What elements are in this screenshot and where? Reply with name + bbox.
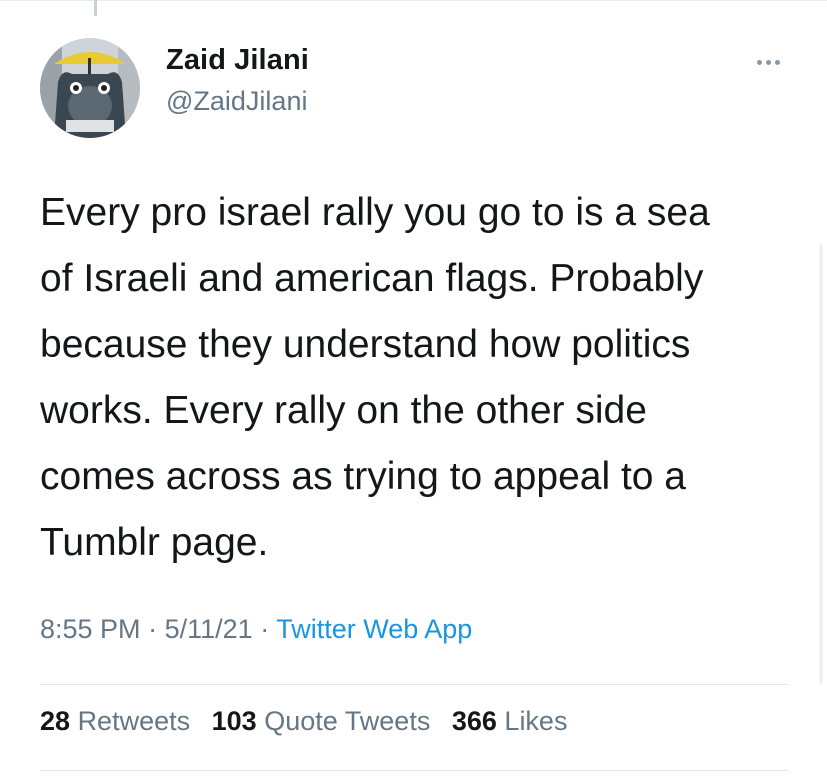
scrollbar[interactable]	[819, 244, 823, 684]
stats-bottom-divider	[40, 770, 788, 771]
author-display-name[interactable]: Zaid Jilani	[166, 44, 309, 77]
author-handle[interactable]: @ZaidJilani	[166, 86, 307, 117]
likes-stat[interactable]: 366 Likes	[452, 706, 568, 736]
retweets-stat[interactable]: 28 Retweets	[40, 706, 190, 736]
more-options-button[interactable]	[748, 52, 788, 72]
more-horizontal-icon	[756, 59, 762, 65]
avatar[interactable]	[40, 38, 140, 138]
more-horizontal-icon	[765, 59, 771, 65]
thread-connector-line	[94, 0, 97, 16]
quote-tweets-count: 103	[211, 706, 257, 736]
tweet-time[interactable]: 8:55 PM	[40, 614, 141, 644]
avatar-image	[40, 38, 140, 138]
retweets-count: 28	[40, 706, 71, 736]
likes-count: 366	[451, 706, 497, 736]
tweet-date[interactable]: 5/11/21	[165, 614, 253, 644]
meta-separator: ·	[260, 614, 270, 644]
tweet-text: Every pro israel rally you go to is a se…	[40, 191, 710, 564]
tweet-detail: Zaid Jilani @ZaidJilani Every pro israel…	[0, 0, 827, 780]
meta-separator: ·	[148, 614, 158, 644]
top-divider	[0, 0, 827, 1]
tweet-source-link[interactable]: Twitter Web App	[276, 614, 472, 644]
tweet-stats: 28 Retweets 103 Quote Tweets 366 Likes	[40, 706, 581, 737]
tweet-metadata: 8:55 PM · 5/11/21 · Twitter Web App	[40, 614, 472, 645]
more-horizontal-icon	[774, 59, 780, 65]
quote-tweets-stat[interactable]: 103 Quote Tweets	[212, 706, 431, 736]
stats-top-divider	[40, 684, 788, 685]
likes-label: Likes	[504, 706, 568, 736]
quote-tweets-label: Quote Tweets	[264, 706, 431, 736]
retweets-label: Retweets	[77, 706, 191, 736]
